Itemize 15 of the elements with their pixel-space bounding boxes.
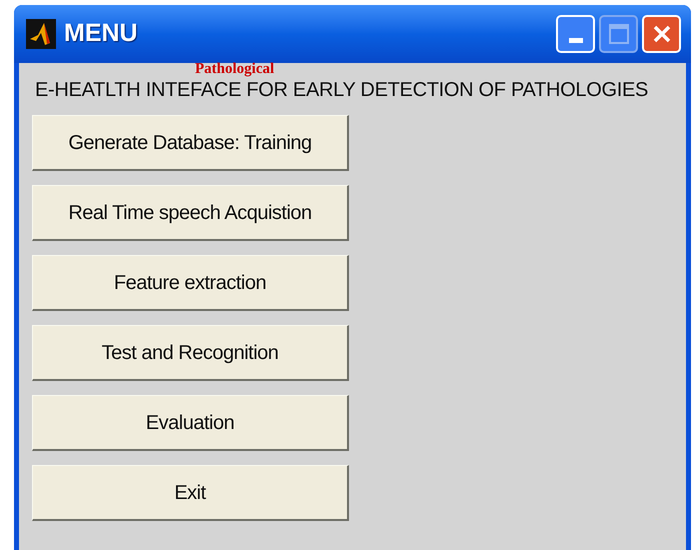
menu-button[interactable]: Real Time speech Acquistion [32, 185, 349, 241]
maximize-icon [608, 24, 628, 44]
menu-button[interactable]: Generate Database: Training [32, 115, 349, 171]
close-icon [652, 24, 672, 44]
menu-button[interactable]: Feature extraction [32, 255, 349, 311]
minimize-icon [568, 38, 582, 43]
menu-button[interactable]: Test and Recognition [32, 325, 349, 381]
app-icon [26, 19, 56, 49]
window-title: MENU [64, 18, 139, 50]
menu-button[interactable]: Evaluation [32, 395, 349, 451]
annotation-text: Pathological [195, 61, 274, 77]
minimize-button[interactable] [556, 15, 595, 53]
close-button[interactable] [642, 15, 681, 53]
heading: E-HEATLTH INTEFACE FOR EARLY DETECTION OF PATHOLOGIES [35, 78, 650, 102]
menu-button[interactable]: Exit [32, 465, 349, 521]
